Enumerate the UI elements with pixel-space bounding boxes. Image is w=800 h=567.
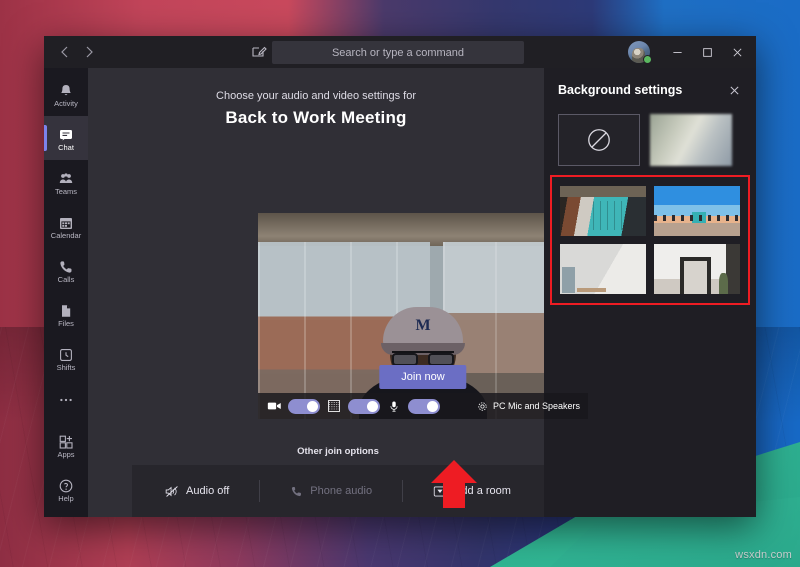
nav-buttons xyxy=(44,40,116,64)
no-background-icon xyxy=(588,129,610,151)
window-body: Activity Chat Teams Calendar Calls Files… xyxy=(44,68,756,517)
audio-device-selector[interactable]: PC Mic and Speakers xyxy=(477,401,580,412)
sidebar-item-label: Activity xyxy=(54,98,78,108)
site-watermark: wsxdn.com xyxy=(735,549,792,561)
sidebar-item-help[interactable]: Help xyxy=(44,467,88,511)
avatar[interactable] xyxy=(628,41,652,64)
minimize-button[interactable] xyxy=(662,36,692,68)
background-effects-icon xyxy=(326,399,342,413)
presence-badge-available xyxy=(643,55,652,64)
video-control-bar: PC Mic and Speakers xyxy=(258,393,588,419)
teams-window: Search or type a command Activity Chat T… xyxy=(44,36,756,517)
close-button[interactable] xyxy=(722,36,752,68)
join-option-phone-audio: Phone audio xyxy=(260,481,402,501)
more-apps-button[interactable] xyxy=(58,380,74,420)
background-settings-panel: Background settings xyxy=(544,68,756,517)
question-circle-icon xyxy=(59,479,73,492)
minimize-icon xyxy=(672,51,682,53)
sidebar-item-shifts[interactable]: Shifts xyxy=(44,336,88,380)
microphone-toggle[interactable] xyxy=(408,398,440,414)
sidebar-item-label: Teams xyxy=(54,186,78,196)
background-image-doorway-hallway[interactable] xyxy=(654,244,740,294)
prejoin-main-pane: Choose your audio and video settings for… xyxy=(88,68,588,517)
gear-icon xyxy=(478,401,487,411)
maximize-button[interactable] xyxy=(692,36,722,68)
meeting-title: Back to Work Meeting xyxy=(225,108,407,127)
red-up-arrow-annotation xyxy=(431,460,477,508)
sidebar-item-chat[interactable]: Chat xyxy=(44,116,88,160)
join-option-audio-off[interactable]: Audio off xyxy=(135,481,259,501)
background-effects-toggle[interactable] xyxy=(348,398,380,414)
bell-icon xyxy=(61,84,71,95)
ellipsis-icon xyxy=(60,398,72,402)
sidebar-item-apps[interactable]: Apps xyxy=(44,423,88,467)
background-images-highlight-box xyxy=(550,175,750,305)
phone-icon xyxy=(292,486,302,496)
sidebar-item-label: Apps xyxy=(57,449,75,459)
file-icon xyxy=(62,304,71,317)
video-camera-icon xyxy=(266,399,282,413)
sidebar-item-teams[interactable]: Teams xyxy=(44,160,88,204)
forward-button[interactable] xyxy=(78,40,100,64)
background-option-blur[interactable] xyxy=(650,114,732,166)
sidebar-item-label: Chat xyxy=(58,142,74,152)
calendar-icon xyxy=(60,217,72,229)
back-button[interactable] xyxy=(54,40,76,64)
rail-bottom-group: Apps Help xyxy=(44,423,88,517)
sidebar-item-calendar[interactable]: Calendar xyxy=(44,204,88,248)
sidebar-item-activity[interactable]: Activity xyxy=(44,72,88,116)
chevron-left-icon xyxy=(61,46,68,58)
camera-toggle[interactable] xyxy=(288,398,320,414)
speaker-muted-icon xyxy=(165,485,178,497)
audio-device-label: PC Mic and Speakers xyxy=(492,401,580,411)
chevron-right-icon xyxy=(86,46,93,58)
maximize-icon xyxy=(702,47,712,57)
close-panel-button[interactable] xyxy=(726,82,742,98)
sidebar-item-label: Calls xyxy=(57,274,75,284)
sidebar-item-files[interactable]: Files xyxy=(44,292,88,336)
sidebar-item-label: Calendar xyxy=(50,230,82,240)
microphone-icon xyxy=(386,399,402,413)
cap-logo: M xyxy=(415,317,431,334)
background-option-none[interactable] xyxy=(558,114,640,166)
apps-grid-icon xyxy=(59,435,73,449)
other-join-options-label: Other join options xyxy=(297,446,379,457)
background-image-white-room-window[interactable] xyxy=(560,244,646,294)
person-glasses xyxy=(392,351,454,366)
app-rail: Activity Chat Teams Calendar Calls Files… xyxy=(44,68,88,517)
compose-new-chat-icon xyxy=(252,46,267,57)
close-icon xyxy=(729,85,739,95)
panel-title: Background settings xyxy=(558,83,683,97)
chat-bubble-icon xyxy=(60,129,72,140)
window-controls xyxy=(628,36,752,68)
people-icon xyxy=(59,172,73,183)
background-preset-row xyxy=(544,98,756,166)
meeting-header: Choose your audio and video settings for… xyxy=(88,68,544,128)
background-image-beach-lifeguard-tower[interactable] xyxy=(654,186,740,236)
close-icon xyxy=(733,48,741,56)
join-option-label: Audio off xyxy=(186,485,230,497)
clock-icon xyxy=(60,348,72,361)
window-titlebar: Search or type a command xyxy=(44,36,756,68)
desktop-wallpaper: wsxdn.com Search or type a command Activ… xyxy=(0,0,800,567)
join-option-label: Phone audio xyxy=(310,485,373,497)
meeting-subtitle: Choose your audio and video settings for xyxy=(216,90,416,102)
compose-new-chat-button[interactable] xyxy=(250,43,268,61)
phone-icon xyxy=(60,260,72,273)
search-placeholder: Search or type a command xyxy=(331,46,465,59)
sidebar-item-label: Files xyxy=(58,318,74,328)
join-now-button[interactable]: Join now xyxy=(379,365,467,389)
video-preview: M Join now PC Mic and Speakers xyxy=(258,213,588,419)
search-input[interactable]: Search or type a command xyxy=(272,41,524,64)
background-image-office-interior-teal[interactable] xyxy=(560,186,646,236)
person-cap: M xyxy=(383,307,463,349)
sidebar-item-calls[interactable]: Calls xyxy=(44,248,88,292)
sidebar-item-label: Help xyxy=(58,493,74,503)
join-options-row: Audio off Phone audio Add a room xyxy=(132,465,544,517)
background-settings-header: Background settings xyxy=(544,68,756,98)
sidebar-item-label: Shifts xyxy=(56,362,76,372)
